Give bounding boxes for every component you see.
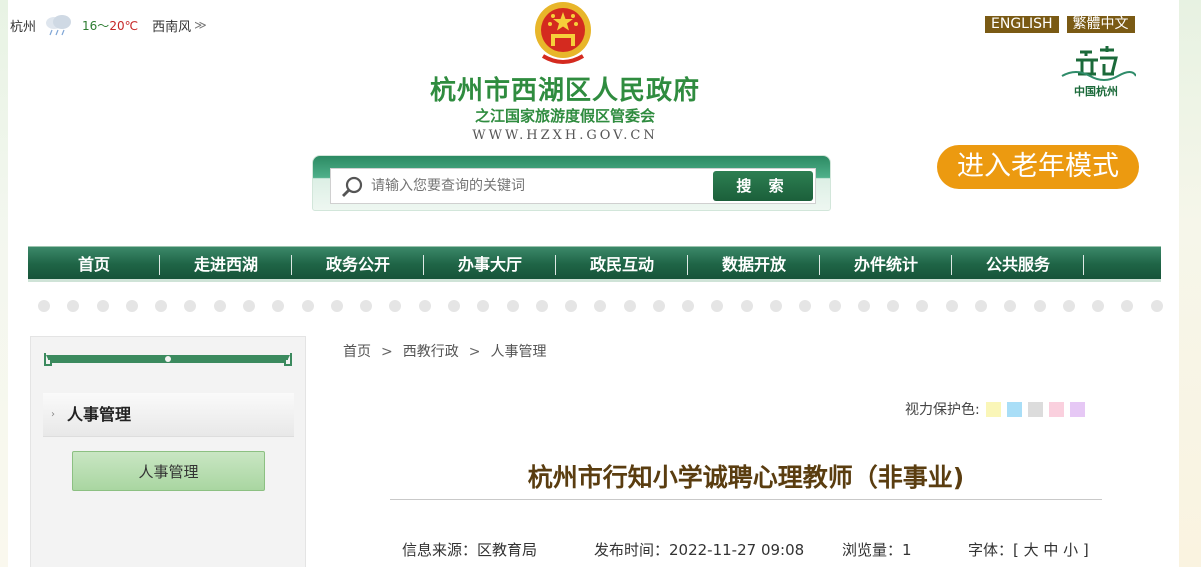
china-hangzhou-logo[interactable]: 中国杭州 xyxy=(1056,40,1137,100)
sidebar-header: › 人事管理 xyxy=(43,393,294,437)
sidebar-header-label: 人事管理 xyxy=(67,405,132,424)
weather-temperature: 16～20℃ xyxy=(82,17,138,34)
eye-care-colors: 视力保护色: xyxy=(905,399,1085,419)
weather-city: 杭州 xyxy=(10,19,37,35)
article-title: 杭州市行知小学诚聘心理教师（非事业) xyxy=(527,463,965,492)
sidebar-item-personnel[interactable]: 人事管理 xyxy=(72,451,265,491)
site-subtitle: 之江国家旅游度假区管委会 xyxy=(474,107,655,125)
temp-high: 20℃ xyxy=(109,18,139,33)
temp-separator: ～ xyxy=(97,18,110,33)
article-source: 信息来源：区教育局 xyxy=(402,541,538,559)
weather-widget: 杭州 16～20℃ 西南风 ≫ xyxy=(10,14,207,36)
nav-item-interaction[interactable]: 政民互动 xyxy=(556,246,688,279)
title-divider xyxy=(390,499,1102,500)
background-right-wash xyxy=(1179,0,1201,567)
weather-more-icon[interactable]: ≫ xyxy=(194,18,207,32)
breadcrumb-separator: > xyxy=(468,344,481,360)
weather-wind: 西南风 xyxy=(152,19,192,35)
traditional-chinese-link[interactable]: 繁體中文 xyxy=(1066,16,1135,33)
breadcrumb-personnel[interactable]: 人事管理 xyxy=(490,344,546,360)
elder-mode-button[interactable]: 进入老年模式 xyxy=(937,145,1139,189)
search-bar: 搜 索 xyxy=(312,155,831,211)
font-size-selector[interactable]: 字体：[ 大 中 小 ] xyxy=(968,539,1089,560)
search-button[interactable]: 搜 索 xyxy=(713,171,813,201)
site-url: WWW.HZXH.GOV.CN xyxy=(472,128,658,143)
dot-divider xyxy=(38,300,1163,314)
eye-care-swatch-pink[interactable] xyxy=(1048,401,1064,417)
article-published: 发布时间：2022-11-27 09:08 xyxy=(594,541,805,559)
article-views: 浏览量：1 xyxy=(842,541,912,559)
main-nav: 首页 走进西湖 政务公开 办事大厅 政民互动 数据开放 办件统计 公共服务 xyxy=(28,246,1161,282)
breadcrumb-xijiao[interactable]: 西教行政 xyxy=(403,344,459,360)
site-title[interactable]: 杭州市西湖区人民政府 xyxy=(400,70,730,107)
national-emblem-icon xyxy=(533,0,593,66)
search-box: 搜 索 xyxy=(330,168,816,204)
nav-item-gov-affairs[interactable]: 政务公开 xyxy=(292,246,424,279)
sidebar: › 人事管理 人事管理 xyxy=(30,336,306,567)
nav-item-statistics[interactable]: 办件统计 xyxy=(820,246,952,279)
breadcrumb-home[interactable]: 首页 xyxy=(343,344,371,360)
eye-care-swatch-gray[interactable] xyxy=(1027,401,1043,417)
nav-item-open-data[interactable]: 数据开放 xyxy=(688,246,820,279)
eye-care-swatch-purple[interactable] xyxy=(1069,401,1085,417)
chevron-right-icon: › xyxy=(51,409,55,420)
search-icon xyxy=(341,175,365,199)
language-switcher: ENGLISH 繁體中文 xyxy=(985,16,1135,33)
nav-item-service-hall[interactable]: 办事大厅 xyxy=(424,246,556,279)
eye-care-swatch-yellow[interactable] xyxy=(985,401,1001,417)
cloud-rain-icon xyxy=(42,14,76,36)
background-left-wash xyxy=(0,0,8,567)
breadcrumb-separator: > xyxy=(381,344,393,360)
nav-item-home[interactable]: 首页 xyxy=(28,246,160,279)
eye-care-swatch-blue[interactable] xyxy=(1006,401,1022,417)
search-input[interactable] xyxy=(371,173,701,199)
nav-item-about-xihu[interactable]: 走进西湖 xyxy=(160,246,292,279)
nav-item-public-service[interactable]: 公共服务 xyxy=(952,246,1084,279)
temp-low: 16 xyxy=(82,18,98,33)
breadcrumb: 首页 > 西教行政 > 人事管理 xyxy=(343,341,546,361)
eye-care-label: 视力保护色: xyxy=(905,402,980,418)
english-link[interactable]: ENGLISH xyxy=(985,16,1059,33)
sidebar-ornament xyxy=(43,351,293,367)
hangzhou-logo-text: 中国杭州 xyxy=(1074,85,1118,98)
